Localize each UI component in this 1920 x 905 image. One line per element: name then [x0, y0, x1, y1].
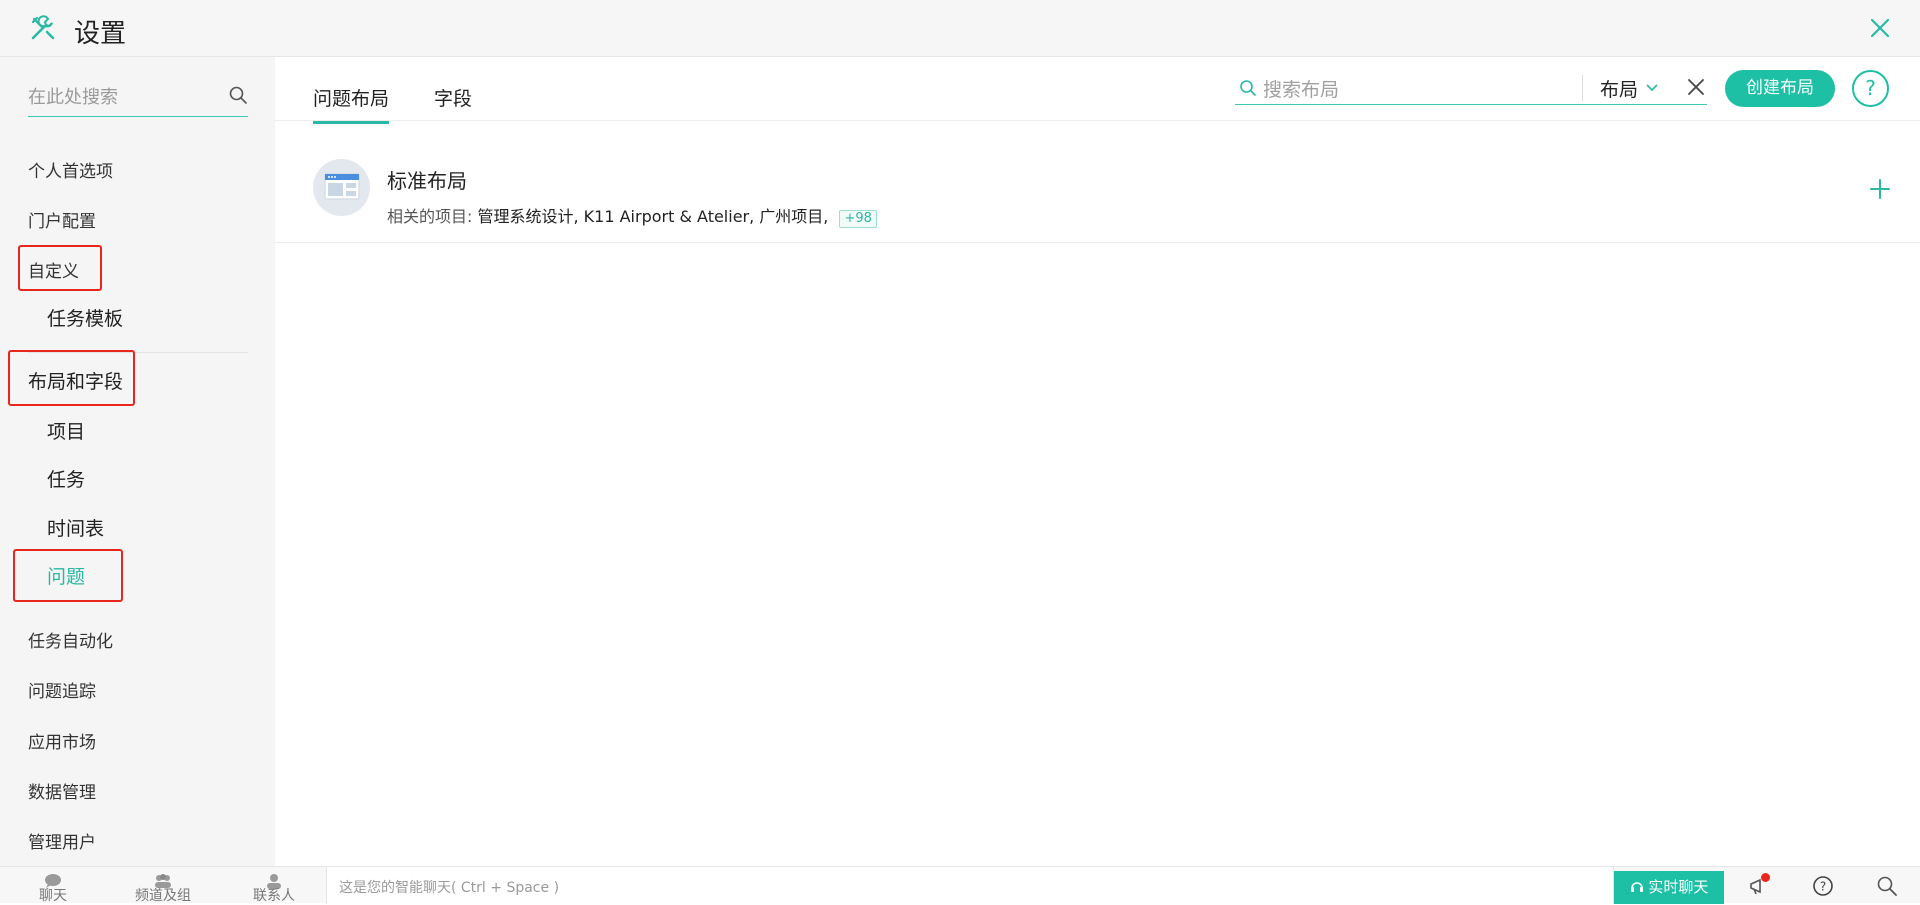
- help-circle-icon[interactable]: ?: [1812, 875, 1834, 897]
- settings-header: 设置: [0, 0, 1920, 57]
- sidebar-item-marketplace[interactable]: 应用市场: [28, 728, 96, 753]
- bottom-chat-label: 聊天: [39, 888, 67, 904]
- zoom-search-icon[interactable]: [1876, 875, 1898, 897]
- main-content: 问题布局 字段 搜索布局 布局 创建布局 ? 标准布局 相关的项目: 管理系统设…: [275, 57, 1920, 866]
- sidebar-item-portal-config[interactable]: 门户配置: [28, 207, 96, 232]
- bottom-contacts-button[interactable]: 联系人: [240, 867, 308, 904]
- layout-list-item[interactable]: 标准布局 相关的项目: 管理系统设计, K11 Airport & Atelie…: [275, 137, 1920, 243]
- layout-related-projects: 相关的项目: 管理系统设计, K11 Airport & Atelier, 广州…: [387, 203, 877, 228]
- clear-search-icon[interactable]: [1686, 77, 1706, 97]
- page-title: 设置: [74, 19, 127, 49]
- chevron-down-icon[interactable]: [1645, 83, 1659, 93]
- sidebar-search-placeholder: 在此处搜索: [28, 87, 118, 108]
- related-projects-label: 相关的项目:: [387, 207, 473, 226]
- headset-icon: [1630, 882, 1643, 892]
- sidebar-item-customize[interactable]: 自定义: [28, 257, 79, 282]
- live-chat-label: 实时聊天: [1648, 878, 1709, 896]
- smart-chat-placeholder: 这是您的智能聊天( Ctrl + Space ): [339, 880, 560, 896]
- bottom-chat-button[interactable]: 聊天: [20, 867, 86, 904]
- sidebar-item-issues[interactable]: 问题: [47, 562, 85, 589]
- layout-name[interactable]: 标准布局: [387, 165, 467, 194]
- tab-bar: 问题布局 字段 搜索布局 布局 创建布局 ?: [275, 57, 1920, 124]
- close-icon[interactable]: [1866, 14, 1894, 42]
- svg-text:?: ?: [1820, 880, 1826, 894]
- tools-icon: [31, 15, 55, 40]
- plus-icon[interactable]: [1868, 177, 1892, 201]
- search-icon[interactable]: [228, 85, 248, 105]
- tab-issue-layouts[interactable]: 问题布局: [313, 84, 390, 124]
- tab-fields[interactable]: 字段: [434, 84, 472, 121]
- sidebar-item-task-automation[interactable]: 任务自动化: [28, 627, 113, 652]
- sidebar-item-issue-tracking[interactable]: 问题追踪: [28, 677, 96, 702]
- sidebar-item-timesheet[interactable]: 时间表: [47, 514, 104, 541]
- sidebar-search-input[interactable]: 在此处搜索: [28, 73, 248, 117]
- bottom-channels-button[interactable]: 频道及组: [125, 867, 201, 904]
- layout-filter-select[interactable]: 布局: [1600, 75, 1638, 102]
- more-projects-badge[interactable]: +98: [839, 210, 877, 228]
- bottom-contacts-label: 联系人: [253, 888, 295, 904]
- layout-search-placeholder: 搜索布局: [1263, 79, 1340, 101]
- sidebar-item-manage-users[interactable]: 管理用户: [28, 828, 96, 853]
- notification-dot: [1761, 873, 1770, 882]
- settings-sidebar: 在此处搜索 个人首选项 门户配置 自定义 任务模板 布局和字段 项目 任务 时间…: [0, 57, 275, 866]
- layout-search-input[interactable]: 搜索布局 布局: [1235, 71, 1707, 105]
- related-projects-list: 管理系统设计, K11 Airport & Atelier, 广州项目,: [477, 207, 829, 226]
- create-layout-button[interactable]: 创建布局: [1725, 70, 1835, 107]
- sidebar-section-layouts-fields: 布局和字段: [28, 371, 124, 393]
- sidebar-item-personal-preferences[interactable]: 个人首选项: [28, 157, 113, 182]
- search-icon: [1240, 80, 1256, 96]
- layout-thumbnail-icon: [313, 159, 370, 216]
- sidebar-item-data-management[interactable]: 数据管理: [28, 778, 96, 803]
- search-separator: [1582, 75, 1583, 101]
- live-chat-button[interactable]: 实时聊天: [1614, 871, 1724, 904]
- sidebar-item-tasks[interactable]: 任务: [47, 465, 85, 492]
- bottom-channels-label: 频道及组: [135, 888, 191, 904]
- sidebar-item-task-template[interactable]: 任务模板: [47, 304, 123, 331]
- sidebar-item-projects[interactable]: 项目: [47, 417, 85, 444]
- sidebar-divider: [28, 352, 248, 353]
- bottom-bar: 聊天 频道及组 联系人 这是您的智能聊天( Ctrl + Space ) 实时聊…: [0, 866, 1920, 904]
- help-icon[interactable]: ?: [1852, 70, 1889, 107]
- smart-chat-input[interactable]: 这是您的智能聊天( Ctrl + Space ): [326, 867, 1614, 904]
